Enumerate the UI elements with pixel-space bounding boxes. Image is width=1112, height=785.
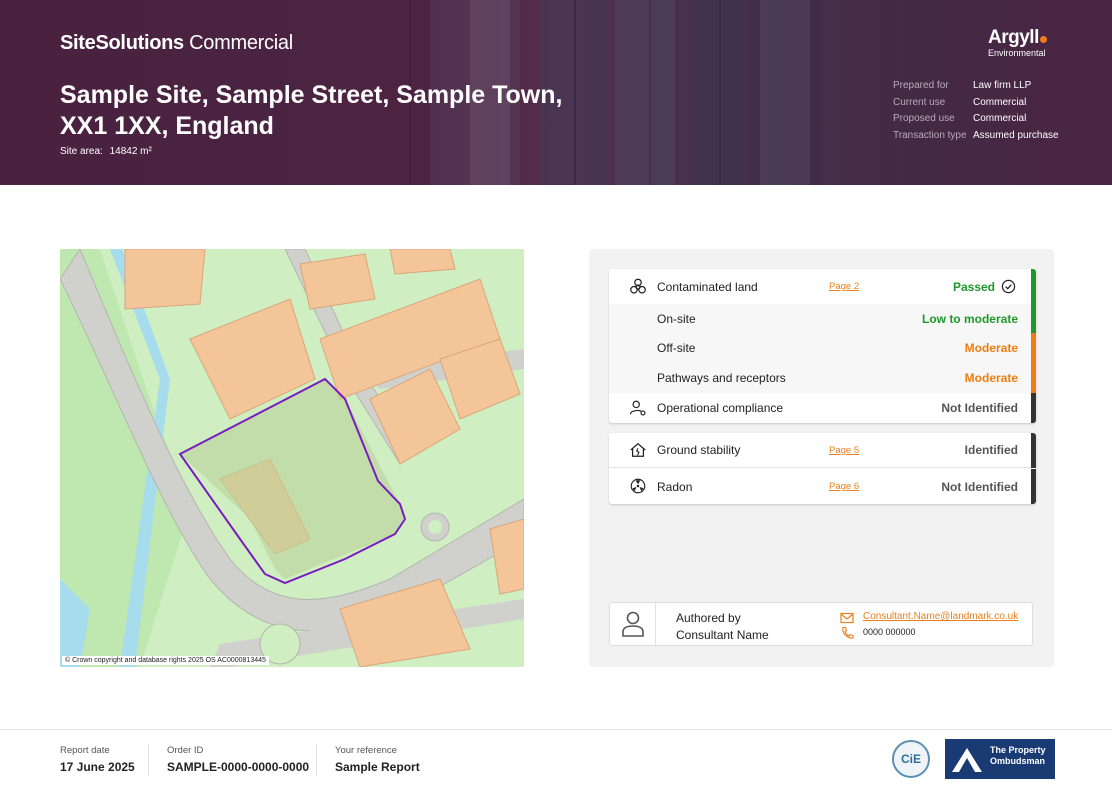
property-ombudsman-badge: The Property Ombudsman [945, 739, 1055, 779]
pathways-label: Pathways and receptors [657, 371, 786, 385]
ombudsman-text: The Property Ombudsman [990, 745, 1046, 767]
offsite-status: Moderate [964, 341, 1018, 355]
site-area: Site area: 14842 m² [60, 146, 152, 157]
meta-value: Law firm LLP [973, 80, 1032, 91]
radon-status: Not Identified [941, 479, 1018, 494]
meta-row: Current use Commercial [893, 97, 1059, 114]
logo-dot-icon [1039, 36, 1047, 43]
radiation-icon [630, 478, 646, 494]
brand-light: Commercial [189, 32, 293, 54]
radon-label: Radon [657, 479, 693, 494]
ombudsman-line1: The Property [990, 745, 1046, 755]
onsite-status: Low to moderate [921, 311, 1018, 326]
meta-value: Commercial [973, 96, 1027, 108]
summary-row-contaminated: Contaminated land Page 2 Passed [609, 269, 1036, 304]
order-id-label: Order ID [167, 745, 204, 756]
order-id-value: SAMPLE-0000-0000-0000 [167, 760, 310, 774]
report-meta: Prepared for Law firm LLP Current use Comm… [893, 80, 1059, 147]
consultant-email-link[interactable]: Consultant.Name@landmark.co.uk [863, 611, 1018, 622]
cie-badge: CiE [892, 740, 930, 778]
user-icon [622, 611, 644, 637]
status-bar-green [1031, 304, 1036, 333]
summary-row-ground: Ground stability Page 5 Identified [609, 433, 1036, 468]
report-footer: Report date 17 June 2025 Order ID SAMPLE… [0, 729, 1112, 785]
summary-panel: Contaminated land Page 2 Passed On-site … [589, 249, 1054, 667]
report-date-value: 17 June 2025 [60, 760, 135, 774]
ground-status: Identified [964, 443, 1018, 457]
site-area-label: Site area: [60, 146, 103, 157]
contaminated-status: Passed [952, 279, 995, 294]
biohazard-icon [630, 278, 646, 294]
meta-row: Proposed use Commercial [893, 113, 1059, 130]
ground-radon-card: Ground stability Page 5 Identified Radon… [609, 433, 1036, 504]
summary-row-onsite: On-site Low to moderate [609, 304, 1036, 333]
operational-label: Operational compliance [657, 401, 784, 415]
site-map[interactable]: © Crown copyright and database rights 20… [60, 249, 524, 667]
consultant-name: Consultant Name [676, 628, 769, 642]
status-bar-dark [1031, 469, 1036, 504]
argyll-logo: Argyll Environmental [988, 28, 1047, 58]
reference-value: Sample Report [335, 760, 420, 774]
consultant-phone: 0000 000000 [863, 627, 916, 637]
contaminated-land-label: Contaminated land [657, 279, 758, 294]
report-date-label: Report date [60, 745, 110, 756]
report-date: Report date 17 June 2025 [60, 745, 135, 774]
your-reference: Your reference Sample Report [335, 745, 420, 774]
brand-bold: SiteSolutions [60, 32, 184, 54]
ombudsman-line2: Ombudsman [990, 756, 1046, 766]
status-bar-orange [1031, 333, 1036, 363]
email-icon [840, 612, 854, 624]
status-bar-orange [1031, 363, 1036, 393]
check-circle-icon [1001, 279, 1016, 294]
status-bar-dark [1031, 433, 1036, 468]
site-area-value: 14842 m² [109, 146, 152, 157]
radon-page-link[interactable]: Page 6 [829, 481, 859, 492]
meta-value: Commercial [973, 113, 1027, 125]
site-map-drawing [60, 249, 524, 667]
meta-key: Prepared for [893, 80, 949, 91]
meta-key: Proposed use [893, 113, 955, 125]
map-copyright: © Crown copyright and database rights 20… [62, 656, 269, 665]
meta-row: Prepared for Law firm LLP [893, 80, 1059, 97]
summary-row-radon: Radon Page 6 Not Identified [609, 469, 1036, 504]
reference-label: Your reference [335, 745, 397, 756]
contaminated-page-link[interactable]: Page 2 [829, 281, 859, 292]
contaminated-land-card: Contaminated land Page 2 Passed On-site … [609, 269, 1036, 423]
avatar [610, 603, 656, 645]
logo-name: Argyll [988, 27, 1039, 48]
summary-row-pathways: Pathways and receptors Moderate [609, 363, 1036, 393]
product-brand: SiteSolutions Commercial [60, 32, 293, 55]
status-bar-green [1031, 269, 1036, 304]
house-crack-icon [630, 442, 646, 457]
authored-by-label: Authored by [676, 611, 741, 625]
offsite-label: Off-site [657, 341, 696, 355]
summary-row-operational: Operational compliance Not Identified [609, 393, 1036, 423]
footer-divider [148, 744, 149, 776]
meta-row: Transaction type Assumed purchase [893, 130, 1059, 147]
logo-sub: Environmental [988, 48, 1046, 58]
order-id: Order ID SAMPLE-0000-0000-0000 [167, 745, 309, 774]
meta-key: Current use [893, 96, 946, 108]
site-address-title: Sample Site, Sample Street, Sample Town,… [60, 81, 563, 140]
status-bar-dark [1031, 393, 1036, 423]
operational-status: Not Identified [941, 401, 1018, 415]
meta-key: Transaction type [893, 130, 967, 142]
ground-page-link[interactable]: Page 5 [829, 445, 859, 456]
footer-divider [316, 744, 317, 776]
phone-icon [842, 626, 854, 639]
ground-label: Ground stability [657, 443, 741, 457]
user-gear-icon [629, 400, 646, 416]
author-text: Authored by Consultant Name [676, 610, 769, 644]
ombudsman-logo-icon [952, 748, 982, 772]
meta-value: Assumed purchase [973, 130, 1059, 142]
summary-row-offsite: Off-site Moderate [609, 333, 1036, 363]
onsite-label: On-site [657, 311, 696, 326]
author-box: Authored by Consultant Name Consultant.N… [609, 602, 1033, 646]
pathways-status: Moderate [964, 371, 1018, 385]
report-header: SiteSolutions Commercial Sample Site, Sa… [0, 0, 1112, 185]
